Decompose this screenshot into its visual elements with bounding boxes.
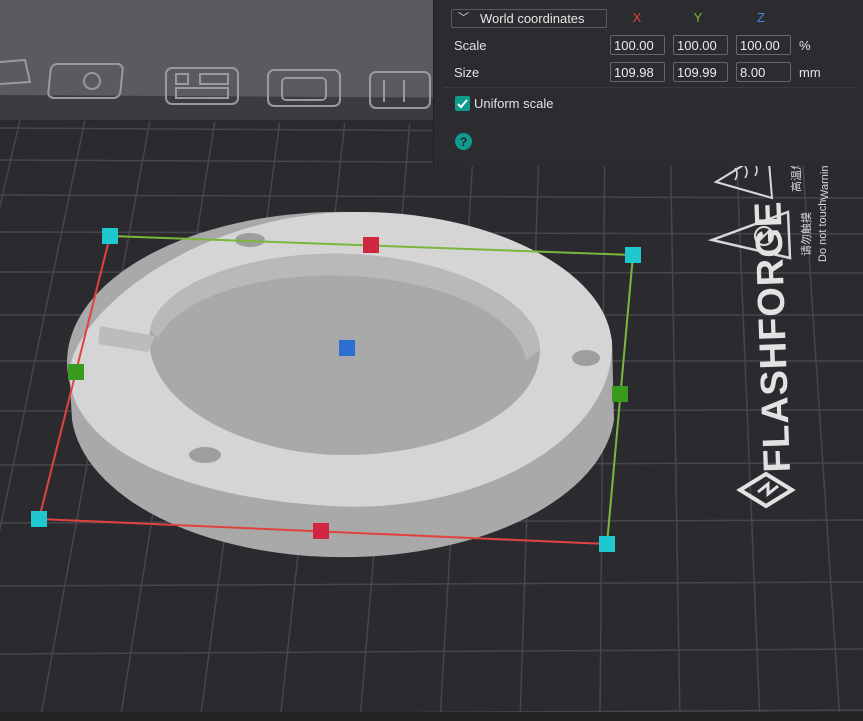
help-button[interactable]: ?: [455, 133, 472, 150]
warning-touch-text: Do not touch: [817, 200, 829, 262]
scale-unit: %: [799, 38, 811, 53]
uniform-scale-checkbox[interactable]: [455, 96, 470, 111]
corner-handle-front-right[interactable]: [599, 536, 615, 552]
ring-hole-bottom: [189, 447, 221, 463]
size-z-input[interactable]: [736, 62, 791, 82]
scale-panel: ﹀ World coordinates X Y Z Scale % Size m…: [433, 0, 863, 166]
coordinate-system-dropdown[interactable]: ﹀ World coordinates: [451, 9, 607, 28]
uniform-scale-label: Uniform scale: [474, 96, 554, 111]
z-handle-center[interactable]: [339, 340, 355, 356]
size-y-input[interactable]: [673, 62, 728, 82]
size-label: Size: [454, 65, 480, 80]
x-handle-right[interactable]: [612, 386, 628, 402]
axis-z-label: Z: [757, 10, 765, 25]
uniform-scale-toggle[interactable]: Uniform scale: [455, 96, 553, 111]
size-x-input[interactable]: [610, 62, 665, 82]
scale-label: Scale: [454, 38, 487, 53]
coordinate-system-value: World coordinates: [480, 11, 585, 26]
x-handle-left[interactable]: [68, 364, 84, 380]
warning-touch-cn-text: 请勿触摸: [799, 212, 813, 256]
corner-handle-back-right[interactable]: [625, 247, 641, 263]
ring-model[interactable]: [67, 211, 614, 558]
corner-handle-front-left[interactable]: [31, 511, 47, 527]
corner-handle-back-left[interactable]: [102, 228, 118, 244]
help-icon: ?: [459, 134, 468, 149]
axis-y-label: Y: [693, 10, 703, 25]
y-handle-back[interactable]: [363, 237, 379, 253]
check-icon: [457, 99, 468, 109]
scale-z-input[interactable]: [736, 35, 791, 55]
y-handle-front[interactable]: [313, 523, 329, 539]
scale-y-input[interactable]: [673, 35, 728, 55]
chevron-down-icon: ﹀: [458, 12, 469, 24]
axis-x-label: X: [632, 10, 642, 25]
panel-divider: [444, 87, 854, 88]
bed-front-edge: [0, 712, 863, 721]
scale-x-input[interactable]: [610, 35, 665, 55]
ring-hole-right: [572, 350, 600, 366]
size-unit: mm: [799, 65, 821, 80]
